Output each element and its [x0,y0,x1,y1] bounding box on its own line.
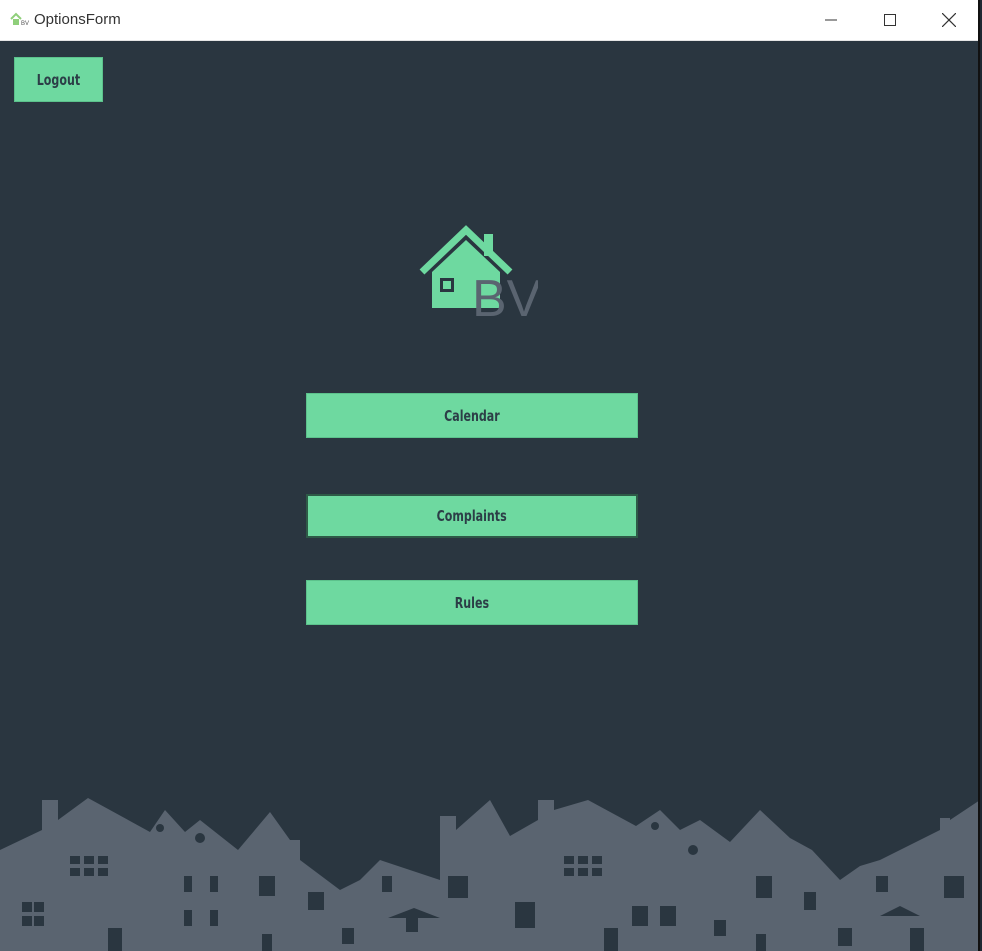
bv-logo: BV [418,222,542,328]
window-title: OptionsForm [34,11,121,28]
rules-label: Rules [454,593,490,612]
logo-text: BV [472,270,538,322]
options-form-window: BV OptionsForm Logout BV Calendar Compla… [0,0,980,951]
logout-button[interactable]: Logout [14,57,103,102]
complaints-button[interactable]: Complaints [306,494,638,538]
complaints-label: Complaints [437,507,507,525]
calendar-button[interactable]: Calendar [306,393,638,438]
close-button[interactable] [920,0,978,40]
logout-label: Logout [36,70,81,89]
maximize-icon [884,14,896,26]
close-icon [942,13,956,27]
minimize-button[interactable] [802,0,860,40]
svg-text:BV: BV [21,21,29,26]
title-bar[interactable]: BV OptionsForm [0,0,978,41]
minimize-icon [825,14,837,26]
maximize-button[interactable] [861,0,919,40]
rules-button[interactable]: Rules [306,580,638,625]
house-icon: BV [419,225,542,328]
app-icon: BV [10,12,30,27]
calendar-label: Calendar [444,406,500,425]
town-skyline-decoration [0,780,978,951]
